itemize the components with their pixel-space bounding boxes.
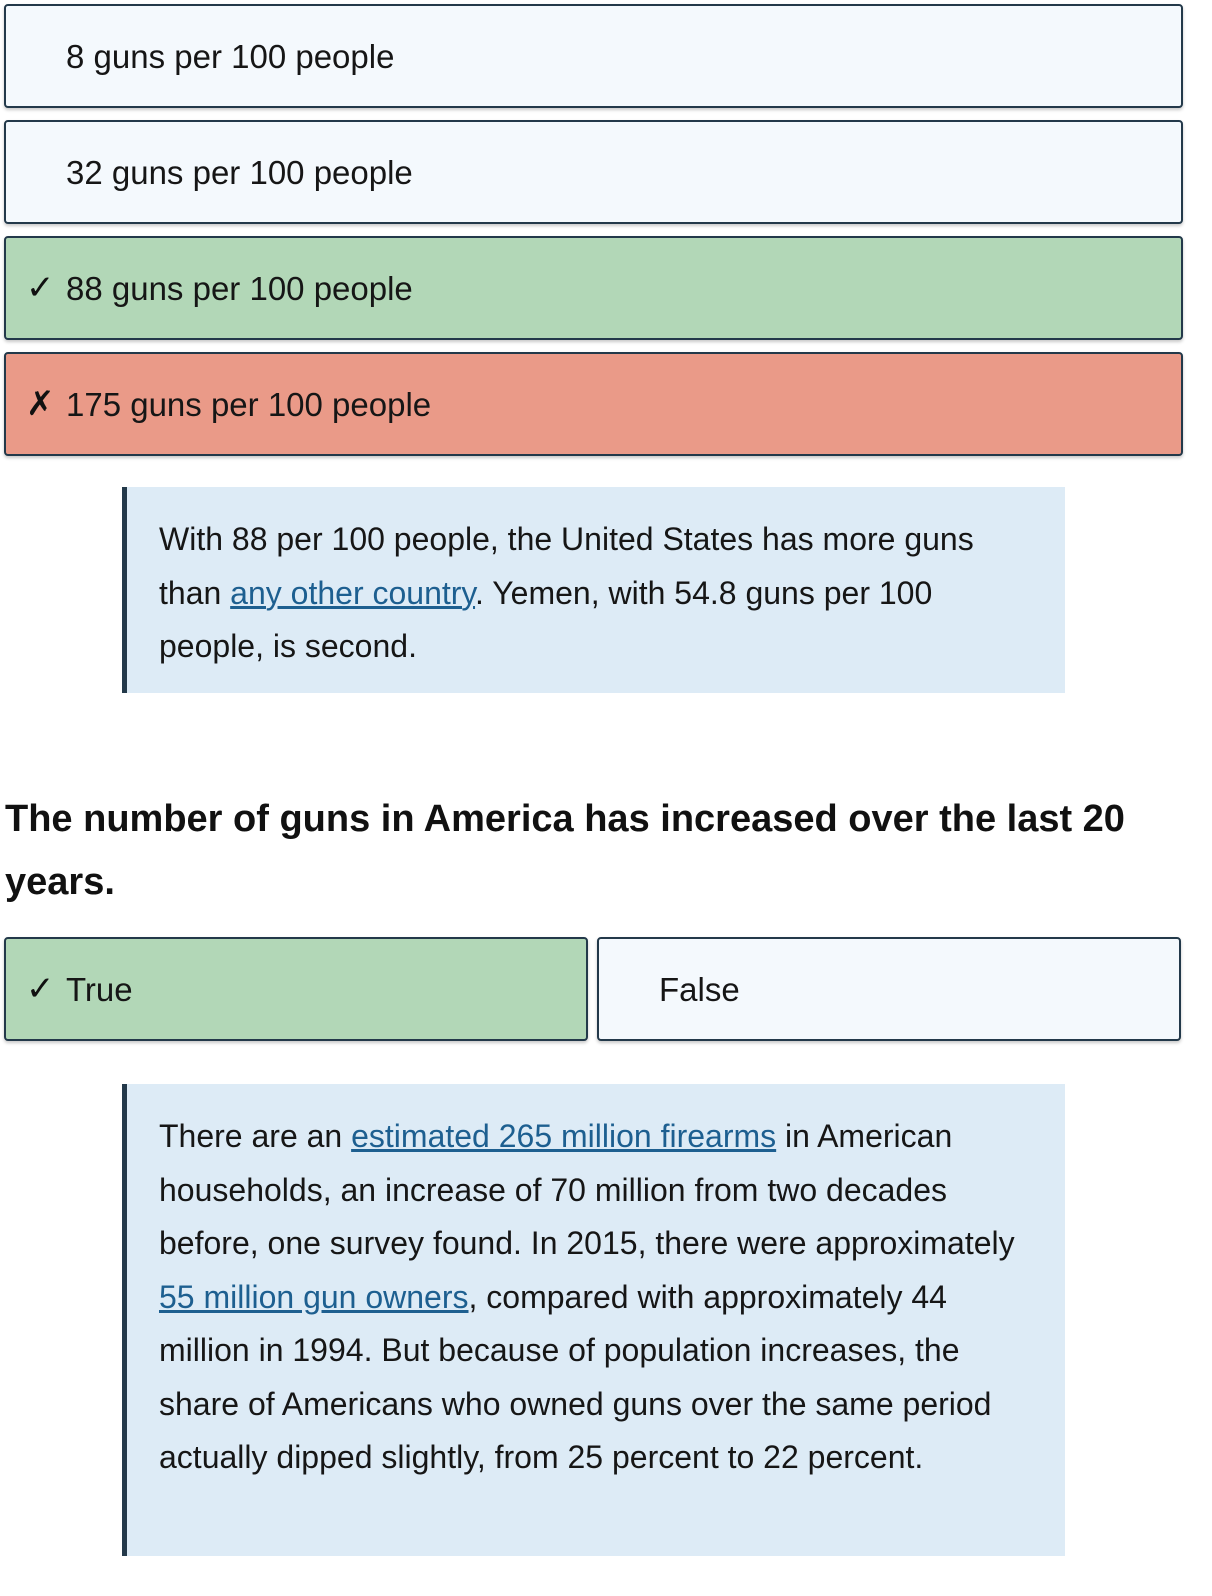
answer-option-175-guns[interactable]: ✗ 175 guns per 100 people: [4, 352, 1183, 456]
estimated-firearms-link[interactable]: estimated 265 million firearms: [351, 1118, 776, 1154]
answer-option-true[interactable]: ✓ True: [4, 937, 588, 1041]
question-title: The number of guns in America has increa…: [5, 798, 1125, 903]
answer-explanation: With 88 per 100 people, the United State…: [122, 487, 1065, 693]
explanation-text: There are an: [159, 1118, 352, 1154]
option-label: 32 guns per 100 people: [66, 153, 413, 191]
check-icon: ✓: [26, 970, 55, 1008]
check-icon: ✓: [26, 269, 55, 307]
option-label: False: [659, 970, 740, 1008]
answer-option-88-guns[interactable]: ✓ 88 guns per 100 people: [4, 236, 1183, 340]
any-other-country-link[interactable]: any other country: [230, 575, 475, 611]
option-label: 175 guns per 100 people: [66, 385, 432, 423]
answer-explanation: There are an estimated 265 million firea…: [122, 1084, 1065, 1556]
option-label: 8 guns per 100 people: [66, 37, 395, 75]
gun-owners-link[interactable]: 55 million gun owners: [159, 1279, 469, 1315]
answer-option-false[interactable]: False: [597, 937, 1181, 1041]
answer-option-8-guns[interactable]: 8 guns per 100 people: [4, 4, 1183, 108]
answer-option-32-guns[interactable]: 32 guns per 100 people: [4, 120, 1183, 224]
option-label: 88 guns per 100 people: [66, 269, 413, 307]
option-label: True: [66, 970, 133, 1008]
cross-icon: ✗: [26, 385, 55, 423]
